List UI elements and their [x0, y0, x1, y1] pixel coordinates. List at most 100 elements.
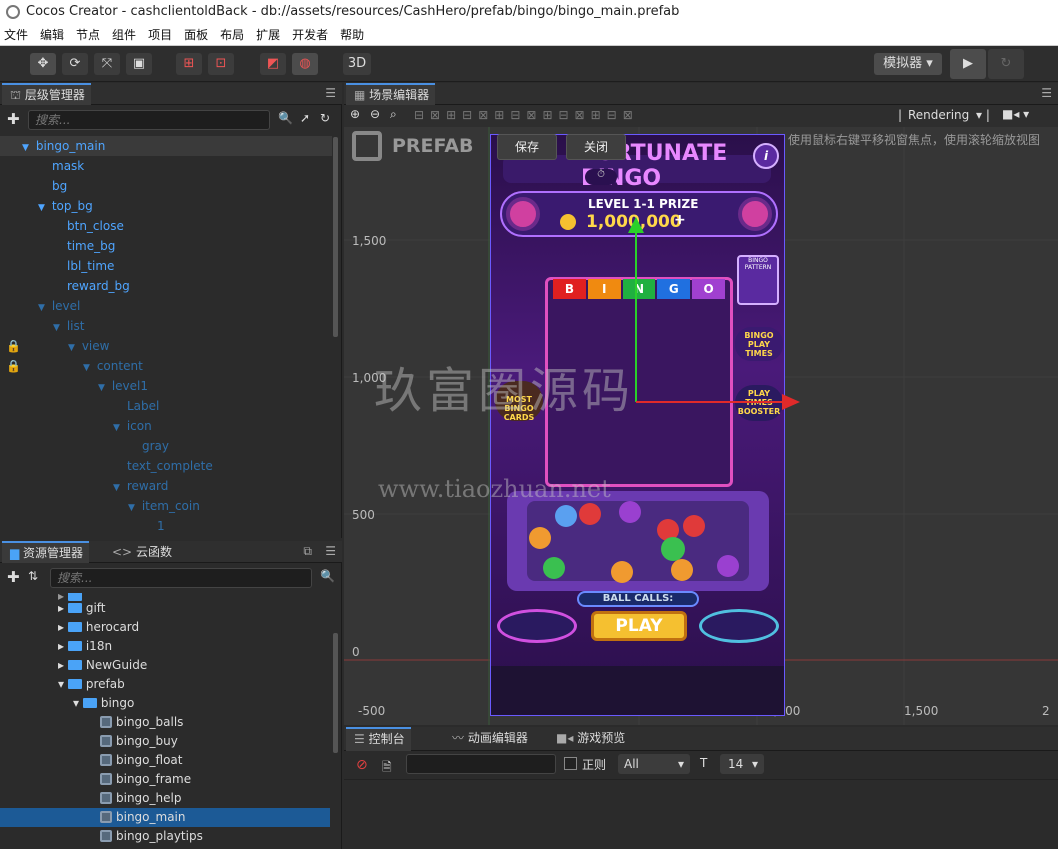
log-file-icon[interactable]: 🗎 [382, 758, 392, 779]
lock-icon[interactable]: 🔒 [6, 336, 21, 356]
hierarchy-scrollbar[interactable] [333, 137, 338, 337]
tree-node-time-bg[interactable]: time_bg [0, 236, 332, 256]
menu-file[interactable]: 文件 [4, 24, 28, 45]
play-button[interactable]: PLAY [591, 611, 687, 641]
pivot-icon[interactable]: ⊞ [176, 53, 202, 75]
font-size-select[interactable]: 14 ▾ [720, 754, 764, 774]
search-icon[interactable]: 🔍 [278, 111, 293, 125]
sort-icon[interactable]: ⇅ [28, 569, 38, 583]
menu-node[interactable]: 节点 [76, 24, 100, 45]
mode-3d-button[interactable]: 3D [343, 53, 371, 75]
asset-prefab-bingo-playtips[interactable]: bingo_playtips [0, 827, 330, 846]
tree-node-item-coin[interactable]: ▼ item_coin [0, 496, 332, 516]
refresh-tree-icon[interactable]: ↻ [320, 111, 330, 125]
menu-panel[interactable]: 面板 [184, 24, 208, 45]
snap-icon[interactable]: ◩ [260, 53, 286, 75]
tree-node-text-complete[interactable]: text_complete [0, 456, 332, 476]
asset-folder-bingo[interactable]: ▾ bingo [0, 694, 330, 713]
locate-icon[interactable]: ➚ [300, 111, 310, 125]
tree-node-icon[interactable]: ▼ icon [0, 416, 332, 436]
assets-scrollbar[interactable] [333, 633, 338, 753]
tree-node-top-bg[interactable]: ▼ top_bg [0, 196, 332, 216]
zoom-in-icon[interactable]: ⊕ [350, 107, 360, 121]
tree-node-bg[interactable]: bg [0, 176, 332, 196]
letter-b: B [553, 279, 586, 299]
add-asset-icon[interactable]: ✚ [7, 568, 20, 586]
asset-prefab-bingo-frame[interactable]: bingo_frame [0, 770, 330, 789]
tab-assets[interactable]: ▆ 资源管理器 [2, 541, 90, 563]
tree-node-lbl-time[interactable]: lbl_time [0, 256, 332, 276]
camera-icon[interactable]: ■◂ ▾ [1002, 107, 1029, 121]
asset-prefab-bingo-balls[interactable]: bingo_balls [0, 713, 330, 732]
panel-menu-icon[interactable]: ☰ [325, 86, 336, 100]
tree-node-level1[interactable]: ▼ level1 [0, 376, 332, 396]
asset-prefab-bingo-help[interactable]: bingo_help [0, 789, 330, 808]
tab-cloud-functions[interactable]: <> 云函数 [104, 541, 178, 563]
move-gizmo[interactable] [624, 217, 804, 417]
refresh-icon[interactable]: ↻ [988, 49, 1024, 79]
hierarchy-tree: ▼ bingo_main mask bg ▼ top_bg btn_close … [0, 136, 340, 536]
tree-node-level[interactable]: ▼ level [0, 296, 332, 316]
tab-game-preview[interactable]: ■◂ 游戏预览 [548, 727, 631, 749]
simulator-dropdown[interactable]: 模拟器 ▾ [874, 53, 942, 75]
tree-node-content[interactable]: 🔒 ▼ content [0, 356, 332, 376]
regex-checkbox[interactable] [564, 757, 577, 770]
log-level-select[interactable]: All ▾ [618, 754, 690, 774]
tree-node-1[interactable]: 1 [0, 516, 332, 536]
tree-node-mask[interactable]: mask [0, 156, 332, 176]
assets-search-input[interactable]: 搜索... [50, 568, 312, 588]
asset-folder-gift[interactable]: ▸ gift [0, 599, 330, 618]
grid-icon[interactable]: ◍ [292, 53, 318, 75]
local-icon[interactable]: ⊡ [208, 53, 234, 75]
zoom-out-icon[interactable]: ⊖ [370, 107, 380, 121]
menu-extension[interactable]: 扩展 [256, 24, 280, 45]
tree-node-reward-bg[interactable]: reward_bg [0, 276, 332, 296]
menu-component[interactable]: 组件 [112, 24, 136, 45]
tree-node-gray[interactable]: gray [0, 436, 332, 456]
asset-folder-i18n[interactable]: ▸ i18n [0, 637, 330, 656]
tab-scene[interactable]: ▦ 场景编辑器 [346, 83, 436, 105]
clear-icon[interactable]: ⊘ [356, 757, 368, 773]
add-node-icon[interactable]: ✚ [7, 110, 20, 128]
asset-prefab-bingo-buy[interactable]: bingo_buy [0, 732, 330, 751]
menu-layout[interactable]: 布局 [220, 24, 244, 45]
asset-folder-prefab[interactable]: ▾ prefab [0, 675, 330, 694]
lock-icon[interactable]: 🔒 [6, 356, 21, 376]
asset-folder-newguide[interactable]: ▸ NewGuide [0, 656, 330, 675]
tree-node-btn-close[interactable]: btn_close [0, 216, 332, 236]
scale-tool-icon[interactable]: ⤧ [94, 53, 120, 75]
rendering-dropdown[interactable]: Rendering [908, 108, 969, 122]
tab-hierarchy[interactable]: ⛫ 层级管理器 [2, 83, 91, 105]
move-tool-icon[interactable]: ✥ [30, 53, 56, 75]
zoom-reset-icon[interactable]: ⌕ [390, 107, 397, 122]
tree-node-bingo-main[interactable]: ▼ bingo_main [0, 136, 332, 156]
rect-tool-icon[interactable]: ▣ [126, 53, 152, 75]
tab-animation-editor[interactable]: 〰 动画编辑器 [444, 727, 534, 749]
save-button[interactable]: 保存 [497, 134, 557, 160]
menu-help[interactable]: 帮助 [340, 24, 364, 45]
info-icon[interactable]: i [753, 143, 779, 169]
search-icon[interactable]: 🔍 [320, 569, 335, 583]
maximize-icon[interactable]: ⧉ [303, 544, 312, 559]
rotate-tool-icon[interactable]: ⟳ [62, 53, 88, 75]
close-button[interactable]: 关闭 [566, 134, 626, 160]
tree-node-reward[interactable]: ▼ reward [0, 476, 332, 496]
tree-node-label[interactable]: Label [0, 396, 332, 416]
rendering-arrow-icon[interactable]: ▾ | [976, 108, 990, 122]
asset-prefab-bingo-main[interactable]: bingo_main [0, 808, 330, 827]
menu-developer[interactable]: 开发者 [292, 24, 328, 45]
align-tools-icon[interactable]: ⊟⊠⊞⊟⊠⊞⊟⊠⊞⊟⊠⊞⊟⊠ [414, 108, 639, 122]
menu-project[interactable]: 项目 [148, 24, 172, 45]
tab-console[interactable]: ☰ 控制台 [346, 727, 411, 751]
console-filter-input[interactable] [406, 754, 556, 774]
asset-prefab-bingo-float[interactable]: bingo_float [0, 751, 330, 770]
panel-menu-icon[interactable]: ☰ [325, 544, 336, 558]
hierarchy-search-input[interactable]: 搜索... [28, 110, 270, 130]
tree-node-list[interactable]: ▼ list [0, 316, 332, 336]
asset-folder-herocard[interactable]: ▸ herocard [0, 618, 330, 637]
panel-menu-icon[interactable]: ☰ [1041, 86, 1052, 100]
scene-viewport[interactable]: 1,500 1,000 500 0 -500 0 500 1,000 1,500… [344, 127, 1058, 725]
tree-node-view[interactable]: 🔒 ▼ view [0, 336, 332, 356]
play-icon[interactable]: ▶ [950, 49, 986, 79]
menu-edit[interactable]: 编辑 [40, 24, 64, 45]
